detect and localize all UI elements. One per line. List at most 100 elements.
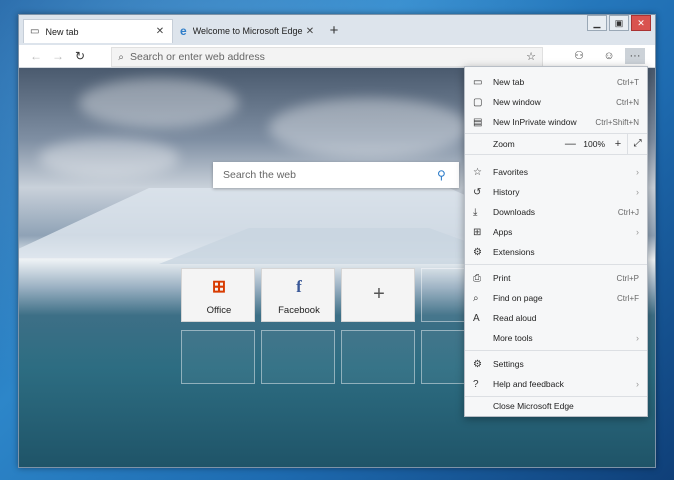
inprivate-icon: ▤ (473, 116, 483, 128)
search-icon: ⌕ (118, 51, 124, 63)
apps-icon: ⊞ (473, 226, 482, 238)
tab-label: New tab (45, 26, 79, 37)
menu-item-help[interactable]: ? Help and feedback › (465, 374, 647, 394)
menu-item-settings[interactable]: ⚙ Settings (465, 354, 647, 374)
zoom-in-button[interactable]: + (609, 138, 628, 150)
fullscreen-button[interactable]: ⤢ (627, 133, 647, 155)
menu-item-new-window[interactable]: ▢ New window Ctrl+N (465, 92, 647, 112)
menu-label: New window (493, 97, 541, 107)
settings-menu: ▭ New tab Ctrl+T ▢ New window Ctrl+N ▤ N… (464, 66, 648, 417)
profile-icon[interactable]: ⚇ (569, 48, 589, 64)
close-window-button[interactable]: ✕ (631, 15, 651, 31)
zoom-out-button[interactable]: — (561, 138, 580, 150)
menu-item-downloads[interactable]: ⤓ Downloads Ctrl+J (465, 202, 647, 222)
submenu-arrow-icon: › (636, 227, 639, 237)
feedback-smiley-icon[interactable]: ☺ (599, 48, 619, 64)
menu-label: New InPrivate window (493, 117, 577, 127)
title-bar: ▭ New tab ✕ e Welcome to Microsoft Edge … (19, 15, 655, 45)
add-site-tile[interactable]: + (341, 268, 415, 322)
navigation-toolbar: ← → ↻ ⌕ Search or enter web address ☆ ⚇ … (19, 45, 655, 68)
top-site-facebook[interactable]: f Facebook (261, 268, 335, 322)
menu-label: Find on page (493, 293, 543, 303)
menu-separator (465, 350, 647, 351)
menu-item-read-aloud[interactable]: A Read aloud (465, 308, 647, 328)
tab-welcome[interactable]: e Welcome to Microsoft Edge Can ✕ (174, 19, 322, 43)
empty-tile (181, 330, 255, 384)
tile-label: Facebook (278, 305, 320, 316)
menu-item-extensions[interactable]: ⚙ Extensions (465, 242, 647, 262)
top-site-office[interactable]: ⊞ Office (181, 268, 255, 322)
menu-label: Help and feedback (493, 379, 564, 389)
office-logo-icon: ⊞ (211, 277, 227, 296)
new-window-icon: ▢ (473, 96, 483, 108)
close-tab-icon[interactable]: ✕ (154, 26, 166, 37)
background-cloud (269, 98, 469, 158)
background-cloud (79, 78, 239, 128)
close-tab-icon[interactable]: ✕ (304, 26, 316, 37)
new-tab-icon: ▭ (473, 76, 483, 88)
web-search-box[interactable]: Search the web ⚲ (213, 162, 459, 188)
read-aloud-icon: A (473, 312, 480, 324)
menu-shortcut: Ctrl+J (617, 207, 639, 217)
window-controls: ▁ ▣ ✕ (585, 15, 651, 31)
download-icon: ⤓ (473, 206, 478, 218)
search-placeholder: Search the web (223, 169, 296, 181)
facebook-logo-icon: f (296, 277, 302, 296)
edge-logo-icon: e (180, 24, 187, 38)
address-placeholder: Search or enter web address (130, 51, 265, 63)
menu-shortcut: Ctrl+P (616, 273, 639, 283)
browser-window: ▭ New tab ✕ e Welcome to Microsoft Edge … (18, 14, 656, 468)
zoom-value: 100% (583, 139, 606, 149)
gear-icon: ⚙ (473, 358, 482, 370)
settings-and-more-button[interactable]: ··· (625, 48, 645, 64)
zoom-label: Zoom (493, 139, 515, 149)
favorite-star-icon[interactable]: ☆ (526, 50, 536, 63)
menu-item-inprivate[interactable]: ▤ New InPrivate window Ctrl+Shift+N (465, 112, 647, 132)
forward-button[interactable]: → (47, 49, 69, 63)
new-tab-button[interactable]: + (326, 23, 342, 39)
tab-new-tab[interactable]: ▭ New tab ✕ (23, 19, 173, 43)
menu-label: New tab (493, 77, 525, 87)
maximize-button[interactable]: ▣ (609, 15, 629, 31)
tab-label: Welcome to Microsoft Edge Can (192, 26, 304, 36)
menu-label: Print (493, 273, 511, 283)
star-icon: ☆ (473, 166, 482, 178)
menu-label: History (493, 187, 520, 197)
printer-icon: ⎙ (473, 272, 481, 284)
new-tab-icon: ▭ (30, 26, 40, 37)
history-icon: ↺ (473, 186, 482, 198)
menu-separator (465, 264, 647, 265)
submenu-arrow-icon: › (636, 333, 639, 343)
menu-label: More tools (493, 333, 533, 343)
menu-item-new-tab[interactable]: ▭ New tab Ctrl+T (465, 72, 647, 92)
menu-shortcut: Ctrl+Shift+N (595, 117, 639, 127)
help-icon: ? (473, 378, 479, 390)
menu-item-more-tools[interactable]: More tools › (465, 328, 647, 348)
menu-item-find[interactable]: ⌕ Find on page Ctrl+F (465, 288, 647, 308)
menu-item-history[interactable]: ↺ History › (465, 182, 647, 202)
menu-label: Settings (493, 359, 524, 369)
find-icon: ⌕ (473, 292, 479, 304)
empty-tile (341, 330, 415, 384)
menu-shortcut: Ctrl+N (616, 97, 639, 107)
submenu-arrow-icon: › (636, 167, 639, 177)
menu-item-apps[interactable]: ⊞ Apps › (465, 222, 647, 242)
menu-item-close-edge[interactable]: Close Microsoft Edge (465, 396, 647, 416)
zoom-row: Zoom — 100% + ⤢ (465, 133, 647, 155)
menu-item-favorites[interactable]: ☆ Favorites › (465, 162, 647, 182)
back-button[interactable]: ← (25, 49, 47, 63)
search-icon[interactable]: ⚲ (437, 168, 459, 182)
empty-tile (261, 330, 335, 384)
menu-label: Close Microsoft Edge (493, 401, 574, 411)
plus-icon: + (373, 283, 385, 305)
tile-label: Office (206, 305, 232, 316)
menu-item-print[interactable]: ⎙ Print Ctrl+P (465, 268, 647, 288)
menu-label: Favorites (493, 167, 528, 177)
menu-shortcut: Ctrl+T (617, 77, 639, 87)
background-cloud (39, 138, 179, 178)
menu-label: Extensions (493, 247, 535, 257)
menu-label: Apps (493, 227, 513, 237)
address-bar[interactable]: ⌕ Search or enter web address ☆ (111, 47, 543, 67)
minimize-button[interactable]: ▁ (587, 15, 607, 31)
refresh-button[interactable]: ↻ (69, 49, 91, 63)
